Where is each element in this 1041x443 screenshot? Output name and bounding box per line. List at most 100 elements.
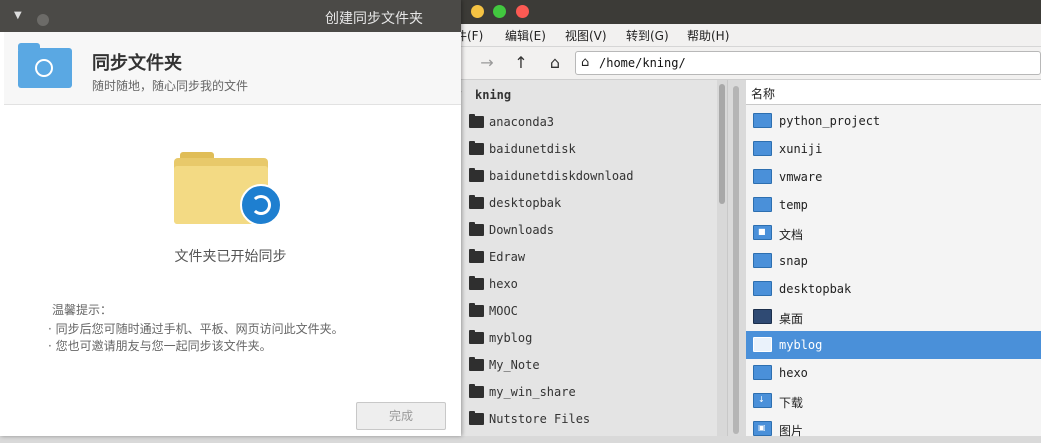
- folder-icon: [753, 169, 772, 184]
- tree-item-label: MOOC: [489, 304, 518, 318]
- folder-icon: [469, 384, 484, 398]
- tree-item-label: my_win_share: [489, 385, 576, 399]
- done-button[interactable]: 完成: [356, 402, 446, 430]
- folder-icon: [469, 303, 484, 317]
- sync-status-text: 文件夹已开始同步: [174, 249, 287, 265]
- list-item-label: temp: [779, 198, 808, 212]
- header-title: 同步文件夹: [92, 53, 182, 74]
- create-sync-folder-dialog: ▼ 创建同步文件夹 同步文件夹 随时随地，随心同步我的文件 文件夹已开始同步 温…: [0, 0, 461, 436]
- list-item[interactable]: myblog: [746, 331, 1041, 359]
- column-header-name[interactable]: 名称: [746, 80, 1041, 105]
- tree-scrollbar[interactable]: [717, 80, 727, 436]
- folder-icon: [753, 197, 772, 212]
- list-item-label: xuniji: [779, 142, 823, 156]
- directory-tree: ▾ kning ▶anaconda3▶baidunetdisk▶baidunet…: [435, 80, 728, 436]
- location-path: /home/kning/: [599, 56, 686, 70]
- tree-item[interactable]: ▶Edraw: [455, 244, 715, 271]
- toolbar: ← → ↑ ⌂ ⌂ /home/kning/: [435, 47, 1041, 80]
- tree-item[interactable]: ▶baidunetdiskdownload: [455, 163, 715, 190]
- pictures-folder-icon: ▣: [753, 421, 772, 436]
- tree-item[interactable]: ▶MOOC: [455, 298, 715, 325]
- tips-title: 温馨提示：: [52, 303, 113, 317]
- folder-icon: [753, 253, 772, 268]
- list-scrollbar-thumb[interactable]: [733, 86, 739, 434]
- folder-icon: [469, 330, 484, 344]
- folder-icon: [753, 365, 772, 380]
- folder-icon: [469, 249, 484, 263]
- sync-badge-icon: [240, 184, 282, 226]
- tree-item-label: desktopbak: [489, 196, 562, 210]
- location-bar[interactable]: ⌂ /home/kning/: [575, 51, 1041, 75]
- menu-help[interactable]: 帮助(H): [687, 27, 729, 44]
- tree-item[interactable]: ▶anaconda3: [455, 109, 715, 136]
- folder-icon: [753, 281, 772, 296]
- list-item[interactable]: desktopbak: [746, 275, 1041, 303]
- downloads-folder-icon: ↓: [753, 393, 772, 408]
- list-item[interactable]: ■ 文档: [746, 219, 1041, 247]
- up-icon[interactable]: ↑: [511, 53, 531, 73]
- pane-divider[interactable]: [728, 80, 746, 436]
- tree-item-label: anaconda3: [489, 115, 555, 129]
- home-icon[interactable]: ⌂: [545, 53, 565, 73]
- tree-item-label: Edraw: [489, 250, 526, 264]
- folder-icon: [469, 195, 484, 209]
- folder-icon: [753, 337, 772, 352]
- list-item-label: snap: [779, 254, 808, 268]
- window-close-button[interactable]: [471, 5, 484, 18]
- documents-folder-icon: ■: [753, 225, 772, 240]
- folder-icon: [469, 168, 484, 182]
- list-item-label: python_project: [779, 114, 881, 128]
- tree-item-label: My_Note: [489, 358, 540, 372]
- folder-icon: [753, 141, 772, 156]
- tree-item[interactable]: ▶my_win_share: [455, 379, 715, 406]
- file-manager-window: ▼ 文件(F) 编辑(E) 视图(V) 转到(G) 帮助(H) ← → ↑ ⌂ …: [435, 0, 1041, 438]
- tree-item[interactable]: ▶myblog: [455, 325, 715, 352]
- menu-edit[interactable]: 编辑(E): [505, 27, 546, 44]
- folder-icon: [469, 411, 484, 425]
- sync-folder-icon: [18, 43, 72, 88]
- tree-item[interactable]: ▶hexo: [455, 271, 715, 298]
- dialog-menu-arrow-icon[interactable]: ▼: [14, 10, 22, 21]
- list-item-label: 下载: [779, 396, 804, 410]
- tree-item[interactable]: ▶My_Note: [455, 352, 715, 379]
- menu-view[interactable]: 视图(V): [565, 27, 607, 44]
- list-item-label: desktopbak: [779, 282, 852, 296]
- folder-icon: [469, 141, 484, 155]
- forward-icon[interactable]: →: [477, 53, 497, 73]
- window-minimize-button[interactable]: [493, 5, 506, 18]
- tree-item[interactable]: ▶Downloads: [455, 217, 715, 244]
- list-item[interactable]: xuniji: [746, 135, 1041, 163]
- list-item[interactable]: ↓ 下载: [746, 387, 1041, 415]
- tree-item-label: baidunetdisk: [489, 142, 576, 156]
- path-home-icon: ⌂: [581, 55, 590, 70]
- column-header-label: 名称: [751, 87, 776, 101]
- tree-item-label: Downloads: [489, 223, 555, 237]
- folder-icon: [469, 114, 484, 128]
- file-list: 名称 python_projectxuniji vmware temp ■ 文档 snap…: [746, 80, 1041, 438]
- tip-item: · 您也可邀请朋友与您一起同步该文件夹。: [48, 339, 272, 353]
- list-item[interactable]: hexo: [746, 359, 1041, 387]
- tip-item: · 同步后您可随时通过手机、平板、网页访问此文件夹。: [48, 322, 344, 336]
- dialog-titlebar: ▼ 创建同步文件夹: [0, 0, 461, 32]
- list-item-label: hexo: [779, 366, 808, 380]
- menubar: 文件(F) 编辑(E) 视图(V) 转到(G) 帮助(H): [435, 24, 1041, 47]
- list-item[interactable]: temp: [746, 191, 1041, 219]
- list-item[interactable]: python_project: [746, 107, 1041, 135]
- list-item[interactable]: 桌面: [746, 303, 1041, 331]
- dialog-minimize-button[interactable]: [37, 14, 49, 26]
- tree-item[interactable]: ▶desktopbak: [455, 190, 715, 217]
- list-item-label: 图片: [779, 424, 804, 438]
- list-item-label: 桌面: [779, 312, 804, 326]
- tree-scrollbar-thumb[interactable]: [719, 84, 725, 204]
- list-item-label: 文档: [779, 228, 804, 242]
- folder-icon: [469, 357, 484, 371]
- list-item[interactable]: ▣ 图片: [746, 415, 1041, 443]
- tree-item[interactable]: ▶baidunetdisk: [455, 136, 715, 163]
- window-maximize-button[interactable]: [516, 5, 529, 18]
- dialog-header: 同步文件夹 随时随地，随心同步我的文件: [4, 32, 461, 105]
- list-item[interactable]: snap: [746, 247, 1041, 275]
- menu-go[interactable]: 转到(G): [626, 27, 669, 44]
- list-item[interactable]: vmware: [746, 163, 1041, 191]
- tree-root-label[interactable]: kning: [475, 88, 511, 102]
- tree-item[interactable]: ▶Nutstore Files: [455, 406, 715, 433]
